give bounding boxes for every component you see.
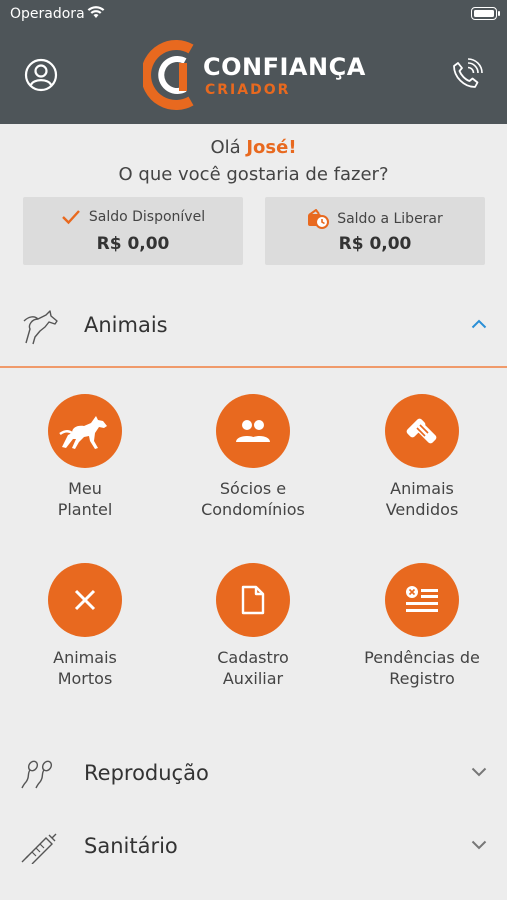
section-label: Animais (84, 313, 168, 337)
app-header: CONFIANÇA CRIADOR (0, 28, 507, 124)
tile-label: Animais Mortos (53, 648, 117, 688)
section-sanitario[interactable]: Sanitário (0, 818, 507, 878)
greeting-question: O que você gostaria de fazer? (118, 164, 389, 185)
profile-icon[interactable] (24, 58, 58, 92)
greeting: Olá José! (0, 137, 507, 158)
section-label: Reprodução (84, 761, 209, 785)
horse-icon (59, 416, 107, 449)
carrier-label: Operadora (10, 6, 85, 22)
phone-icon[interactable] (449, 58, 483, 92)
handshake-icon (406, 418, 437, 444)
section-divider (0, 366, 507, 368)
battery-icon (471, 7, 500, 20)
tile-label: Cadastro Auxiliar (217, 648, 289, 688)
logo-subtitle: CRIADOR (205, 82, 291, 98)
chevron-down-icon[interactable] (471, 767, 487, 777)
wifi-icon (87, 6, 105, 18)
wallet-clock-icon (308, 209, 330, 229)
status-bar: Operadora (0, 0, 507, 28)
form-icon (406, 586, 438, 612)
user-name: José! (246, 137, 297, 158)
chevron-down-icon[interactable] (471, 840, 487, 850)
logo-title: CONFIANÇA (203, 53, 366, 81)
close-icon (74, 589, 96, 611)
tile-label: Animais Vendidos (385, 479, 459, 519)
tile-icon-circle (385, 563, 459, 637)
people-icon (236, 420, 270, 442)
tile-label: Meu Plantel (57, 479, 113, 519)
tile-icon-circle (385, 394, 459, 468)
chevron-up-icon[interactable] (471, 319, 487, 329)
syringe-icon (21, 833, 57, 864)
balance-card-available[interactable]: Saldo Disponível R$ 0,00 (23, 197, 243, 265)
balance-card-pending[interactable]: Saldo a Liberar R$ 0,00 (265, 197, 485, 265)
tile-label: Pendências de Registro (364, 648, 480, 688)
balance-available-value: R$ 0,00 (96, 234, 170, 254)
section-reproducao[interactable]: Reprodução (0, 745, 507, 805)
sperm-icon (21, 760, 53, 789)
balance-pending-label: Saldo a Liberar (337, 211, 443, 227)
section-animais[interactable]: Animais (0, 297, 507, 357)
document-icon (241, 585, 265, 615)
balance-pending-value: R$ 0,00 (338, 234, 412, 254)
logo-mark-icon (143, 40, 194, 110)
tile-label: Sócios e Condomínios (201, 479, 305, 519)
horse-outline-icon (23, 310, 58, 345)
tile-icon-circle (216, 563, 290, 637)
section-label: Sanitário (84, 834, 178, 858)
balance-available-label: Saldo Disponível (88, 209, 206, 225)
tile-icon-circle (48, 563, 122, 637)
tile-icon-circle (48, 394, 122, 468)
checkmark-icon (62, 210, 80, 225)
tile-icon-circle (216, 394, 290, 468)
greeting-prefix: Olá (210, 137, 247, 158)
app-logo: CONFIANÇA CRIADOR (143, 39, 373, 111)
